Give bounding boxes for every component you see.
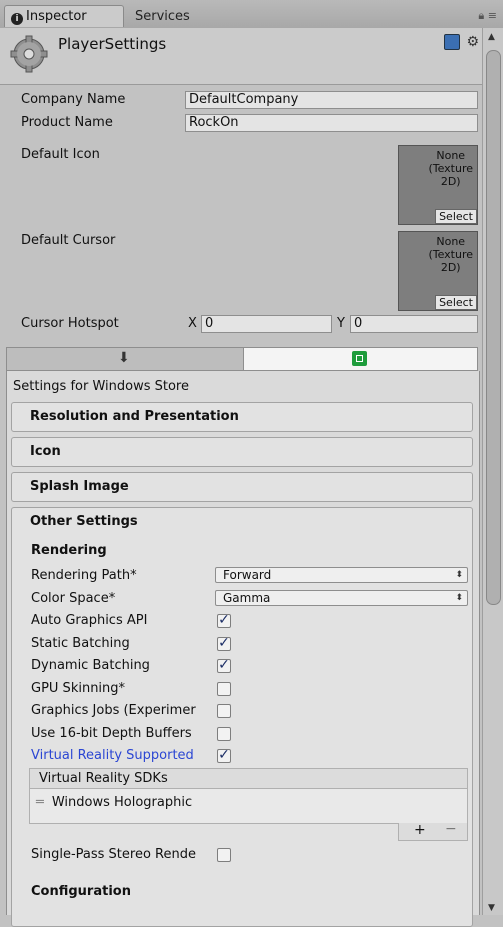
section-title: Resolution and Presentation xyxy=(30,409,239,424)
auto-graphics-api-checkbox[interactable]: ✓ xyxy=(217,613,231,628)
depth-buffers-checkbox[interactable] xyxy=(217,727,231,741)
product-name-field[interactable]: RockOn xyxy=(185,114,478,132)
info-icon: i xyxy=(11,13,23,25)
inspector-header: PlayerSettings ⚙ xyxy=(0,28,483,85)
hotspot-y-label: Y xyxy=(337,316,345,331)
platform-tabs: ⬇ xyxy=(6,347,478,371)
auto-graphics-api-label: Auto Graphics API xyxy=(31,613,148,628)
section-resolution[interactable]: Resolution and Presentation xyxy=(11,402,473,432)
single-pass-stereo-label: Single-Pass Stereo Rende xyxy=(31,847,196,862)
platform-tab-standalone[interactable]: ⬇ xyxy=(7,348,244,370)
download-icon: ⬇ xyxy=(118,350,130,366)
windows-store-icon xyxy=(352,351,367,366)
gpu-skinning-label: GPU Skinning* xyxy=(31,681,126,696)
texture-none-label: None (Texture 2D) xyxy=(428,149,473,188)
tab-services[interactable]: Services xyxy=(135,6,190,28)
default-cursor-label: Default Cursor xyxy=(21,233,116,248)
vr-sdk-item-label: Windows Holographic xyxy=(51,795,193,810)
rendering-path-label: Rendering Path* xyxy=(31,568,137,583)
gear-menu-icon[interactable]: ⚙ xyxy=(466,34,479,50)
default-cursor-select-button[interactable]: Select xyxy=(435,295,477,310)
vr-sdk-list-item[interactable]: ═ Windows Holographic xyxy=(36,795,192,810)
vr-supported-label: Virtual Reality Supported xyxy=(31,748,194,763)
page-title: PlayerSettings xyxy=(58,35,167,53)
depth-buffers-label: Use 16-bit Depth Buffers xyxy=(31,726,192,741)
vr-supported-checkbox[interactable]: ✓ xyxy=(217,748,231,763)
vertical-scrollbar[interactable]: ▲ ▼ xyxy=(482,28,503,915)
section-icon[interactable]: Icon xyxy=(11,437,473,467)
hotspot-y-field[interactable]: 0 xyxy=(350,315,478,333)
company-name-label: Company Name xyxy=(21,92,126,107)
hotspot-x-field[interactable]: 0 xyxy=(201,315,332,333)
remove-sdk-button[interactable]: − xyxy=(445,821,457,837)
tab-inspector[interactable]: i Inspector xyxy=(4,5,124,27)
default-icon-select-button[interactable]: Select xyxy=(435,209,477,224)
vr-sdk-header-label: Virtual Reality SDKs xyxy=(39,771,168,786)
section-splash-image[interactable]: Splash Image xyxy=(11,472,473,502)
rendering-heading: Rendering xyxy=(31,543,107,558)
platform-tab-windows-store[interactable] xyxy=(244,348,477,370)
graphics-jobs-label: Graphics Jobs (Experimer xyxy=(31,703,196,718)
color-space-label: Color Space* xyxy=(31,591,116,606)
gpu-skinning-checkbox[interactable] xyxy=(217,682,231,696)
add-sdk-button[interactable]: + xyxy=(414,822,426,838)
configuration-heading: Configuration xyxy=(31,884,131,899)
vr-sdk-add-remove: + − xyxy=(398,821,468,841)
help-book-icon[interactable] xyxy=(444,34,461,50)
static-batching-checkbox[interactable]: ✓ xyxy=(217,636,231,651)
section-title: Splash Image xyxy=(30,479,129,494)
scroll-thumb[interactable] xyxy=(486,50,501,605)
product-name-label: Product Name xyxy=(21,115,113,130)
settings-gear-icon xyxy=(10,35,48,73)
section-title: Icon xyxy=(30,444,61,459)
dynamic-batching-checkbox[interactable]: ✓ xyxy=(217,658,231,673)
drag-handle-icon[interactable]: ═ xyxy=(36,795,44,810)
header-icons: ⚙ xyxy=(444,34,479,50)
tab-services-label: Services xyxy=(135,9,190,24)
dropdown-arrow-icon: ⬍ xyxy=(455,593,463,603)
section-other-settings-title[interactable]: Other Settings xyxy=(30,514,138,529)
static-batching-label: Static Batching xyxy=(31,636,130,651)
scroll-down-icon[interactable]: ▼ xyxy=(488,903,495,913)
dynamic-batching-label: Dynamic Batching xyxy=(31,658,150,673)
tab-inspector-label: Inspector xyxy=(26,9,87,24)
default-cursor-texture-slot[interactable]: None (Texture 2D) Select xyxy=(398,231,478,311)
color-space-dropdown[interactable]: Gamma ⬍ xyxy=(215,590,468,606)
cursor-hotspot-label: Cursor Hotspot xyxy=(21,316,119,331)
default-icon-texture-slot[interactable]: None (Texture 2D) Select xyxy=(398,145,478,225)
tab-menu-icons[interactable]: 🔒︎ ≡ xyxy=(478,9,497,23)
dropdown-arrow-icon: ⬍ xyxy=(455,570,463,580)
texture-none-label: None (Texture 2D) xyxy=(428,235,473,274)
single-pass-stereo-checkbox[interactable] xyxy=(217,848,231,862)
vr-sdk-list-header: Virtual Reality SDKs xyxy=(29,768,468,789)
rendering-path-dropdown[interactable]: Forward ⬍ xyxy=(215,567,468,583)
company-name-field[interactable]: DefaultCompany xyxy=(185,91,478,109)
hotspot-x-label: X xyxy=(188,316,197,331)
rendering-path-value: Forward xyxy=(223,568,272,582)
color-space-value: Gamma xyxy=(223,591,271,605)
graphics-jobs-checkbox[interactable] xyxy=(217,704,231,718)
scroll-up-icon[interactable]: ▲ xyxy=(488,32,495,42)
lock-icon[interactable]: 🔒︎ xyxy=(478,9,484,22)
window-tab-bar: i Inspector Services 🔒︎ ≡ xyxy=(0,0,503,29)
settings-for-label: Settings for Windows Store xyxy=(13,379,189,394)
default-icon-label: Default Icon xyxy=(21,147,100,162)
menu-icon[interactable]: ≡ xyxy=(488,9,497,22)
